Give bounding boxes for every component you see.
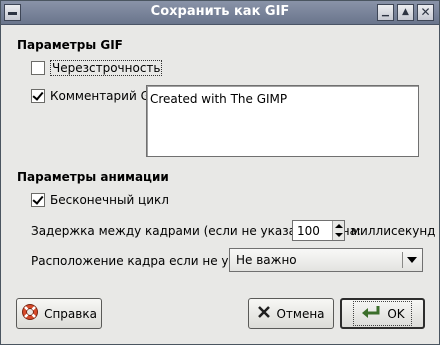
checkmark-arrow-icon bbox=[360, 304, 382, 323]
close-icon[interactable]: ✕ bbox=[417, 4, 434, 21]
x-icon bbox=[257, 305, 271, 322]
ok-button[interactable]: OK bbox=[340, 298, 425, 329]
comment-option[interactable]: Комментарий GIF: bbox=[31, 89, 163, 103]
delay-unit-label: миллисекунд bbox=[351, 224, 436, 238]
delay-value[interactable]: 100 bbox=[297, 224, 320, 238]
minimize-icon[interactable]: ▁ bbox=[377, 4, 394, 21]
help-button[interactable]: Справка bbox=[16, 298, 102, 329]
cancel-button-label: Отмена bbox=[276, 306, 325, 321]
comment-checkbox[interactable] bbox=[31, 89, 45, 103]
maximize-icon[interactable]: ▲ bbox=[397, 4, 414, 21]
ok-focus-ring: OK bbox=[353, 301, 412, 326]
comment-textarea[interactable]: Created with The GIMP bbox=[146, 85, 419, 157]
combo-separator bbox=[402, 252, 403, 268]
help-button-label: Справка bbox=[44, 306, 97, 321]
delay-spin-arrows[interactable] bbox=[332, 221, 344, 240]
interlace-checkbox[interactable] bbox=[31, 61, 45, 75]
gif-options-heading: Параметры GIF bbox=[17, 38, 123, 52]
disposal-select[interactable]: Не важно bbox=[229, 248, 423, 272]
spin-up-icon[interactable] bbox=[335, 224, 343, 228]
loop-checkbox[interactable] bbox=[31, 193, 45, 207]
animation-options-heading: Параметры анимации bbox=[17, 170, 169, 184]
delay-spinbutton[interactable]: 100 bbox=[292, 220, 345, 241]
loop-label: Бесконечный цикл bbox=[50, 193, 169, 207]
title-bar[interactable]: Сохранить как GIF ▁ ▲ ✕ bbox=[1, 1, 439, 25]
ok-button-label: OK bbox=[387, 306, 405, 321]
loop-option[interactable]: Бесконечный цикл bbox=[31, 193, 169, 207]
save-as-gif-dialog: Сохранить как GIF ▁ ▲ ✕ Параметры GIF Че… bbox=[0, 0, 440, 345]
lifebuoy-icon bbox=[21, 303, 39, 324]
cancel-button[interactable]: Отмена bbox=[248, 298, 334, 329]
interlace-option[interactable]: Черезстрочность bbox=[31, 60, 163, 76]
disposal-value: Не важно bbox=[236, 253, 297, 267]
window-title: Сохранить как GIF bbox=[150, 4, 290, 19]
interlace-label: Черезстрочность bbox=[50, 60, 163, 76]
spin-down-icon[interactable] bbox=[335, 233, 343, 237]
chevron-down-icon[interactable] bbox=[407, 257, 417, 263]
